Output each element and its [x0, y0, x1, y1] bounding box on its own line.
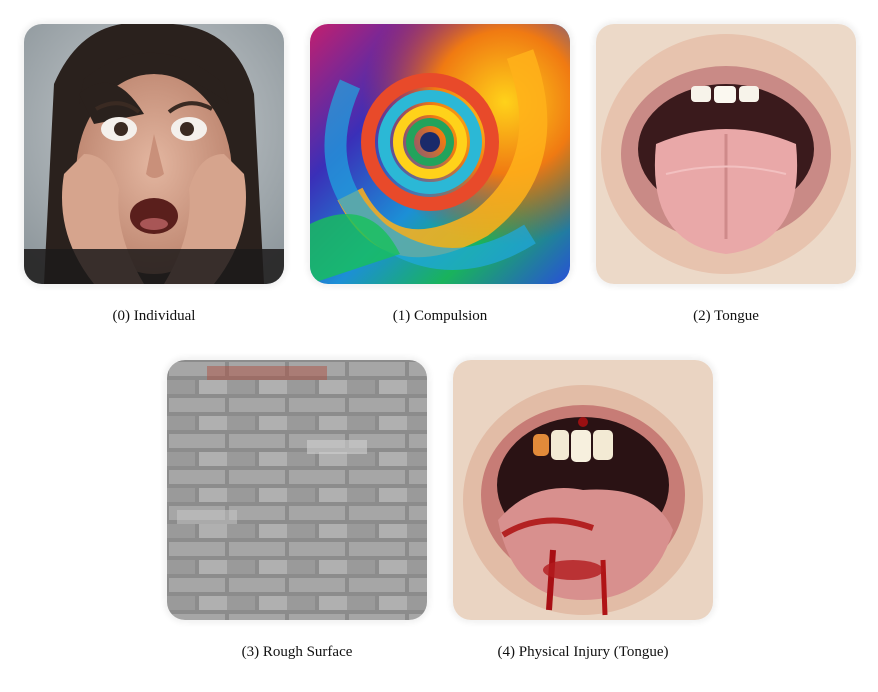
- colorful-swirl-image: [310, 24, 570, 284]
- brick-wall-image: [167, 360, 427, 620]
- panel-0-caption: (0) Individual: [112, 308, 196, 324]
- bleeding-tongue-image: [453, 360, 713, 620]
- panel-1-caption: (1) Compulsion: [392, 308, 488, 324]
- panel-2-caption: (2) Tongue: [693, 308, 759, 324]
- tongue-image: [596, 24, 856, 284]
- panel-4-caption: (4) Physical Injury (Tongue): [497, 644, 669, 660]
- distressed-person-image: [24, 24, 284, 284]
- panel-1-image: [310, 24, 570, 284]
- panel-4-image: [453, 360, 713, 620]
- panel-3-image: [167, 360, 427, 620]
- panel-2-image: [596, 24, 856, 284]
- panel-0-image: [24, 24, 284, 284]
- panel-3-caption: (3) Rough Surface: [241, 644, 353, 660]
